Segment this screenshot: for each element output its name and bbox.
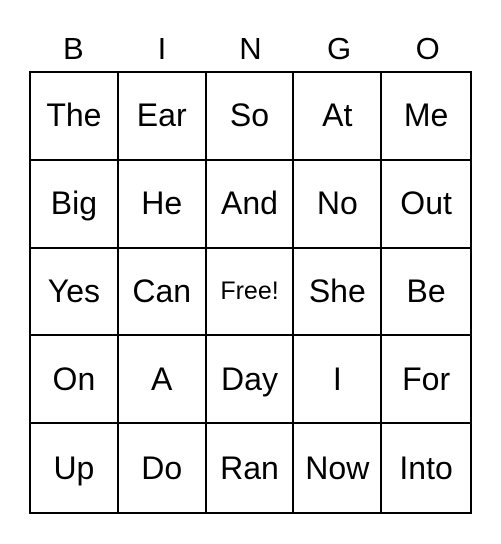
header-letter-o: O xyxy=(415,31,440,66)
bingo-cell[interactable]: Ear xyxy=(118,73,207,161)
bingo-cell[interactable]: And xyxy=(206,160,295,249)
bingo-cell[interactable]: A xyxy=(118,336,207,425)
bingo-cell[interactable]: Me xyxy=(382,73,470,161)
bingo-cell[interactable]: She xyxy=(294,248,383,337)
header-letter-i: I xyxy=(157,31,167,66)
bingo-cell[interactable]: Can xyxy=(118,248,207,337)
header-letter-n: N xyxy=(239,31,262,66)
bingo-cell[interactable]: Do xyxy=(119,424,207,512)
bingo-cell[interactable]: Now xyxy=(294,424,383,512)
bingo-cell[interactable]: No xyxy=(294,160,383,249)
bingo-cell[interactable]: He xyxy=(118,160,207,249)
free-space-cell[interactable]: Free! xyxy=(206,248,295,337)
bingo-cell[interactable]: I xyxy=(294,336,383,425)
bingo-cell[interactable]: For xyxy=(382,336,470,425)
bingo-board: The Ear So At Me Big He And No Out Yes Can Free! She B… xyxy=(29,71,472,514)
bingo-cell[interactable]: At xyxy=(294,73,383,161)
header-letter-g: G xyxy=(327,31,352,66)
bingo-cell[interactable]: On xyxy=(31,336,119,425)
header-letter-b: B xyxy=(62,31,84,66)
bingo-header: B I N G O xyxy=(29,28,472,70)
bingo-cell[interactable]: Into xyxy=(382,424,470,512)
bingo-cell[interactable]: Be xyxy=(382,249,470,337)
bingo-cell[interactable]: Ran xyxy=(207,424,295,512)
bingo-cell[interactable]: Big xyxy=(31,160,119,249)
bingo-cell[interactable]: Out xyxy=(382,161,470,249)
bingo-cell[interactable]: So xyxy=(206,73,295,161)
bingo-cell[interactable]: Day xyxy=(206,336,295,425)
bingo-cell[interactable]: Up xyxy=(31,424,119,512)
bingo-cell[interactable]: Yes xyxy=(31,248,119,337)
bingo-cell[interactable]: The xyxy=(31,73,119,161)
